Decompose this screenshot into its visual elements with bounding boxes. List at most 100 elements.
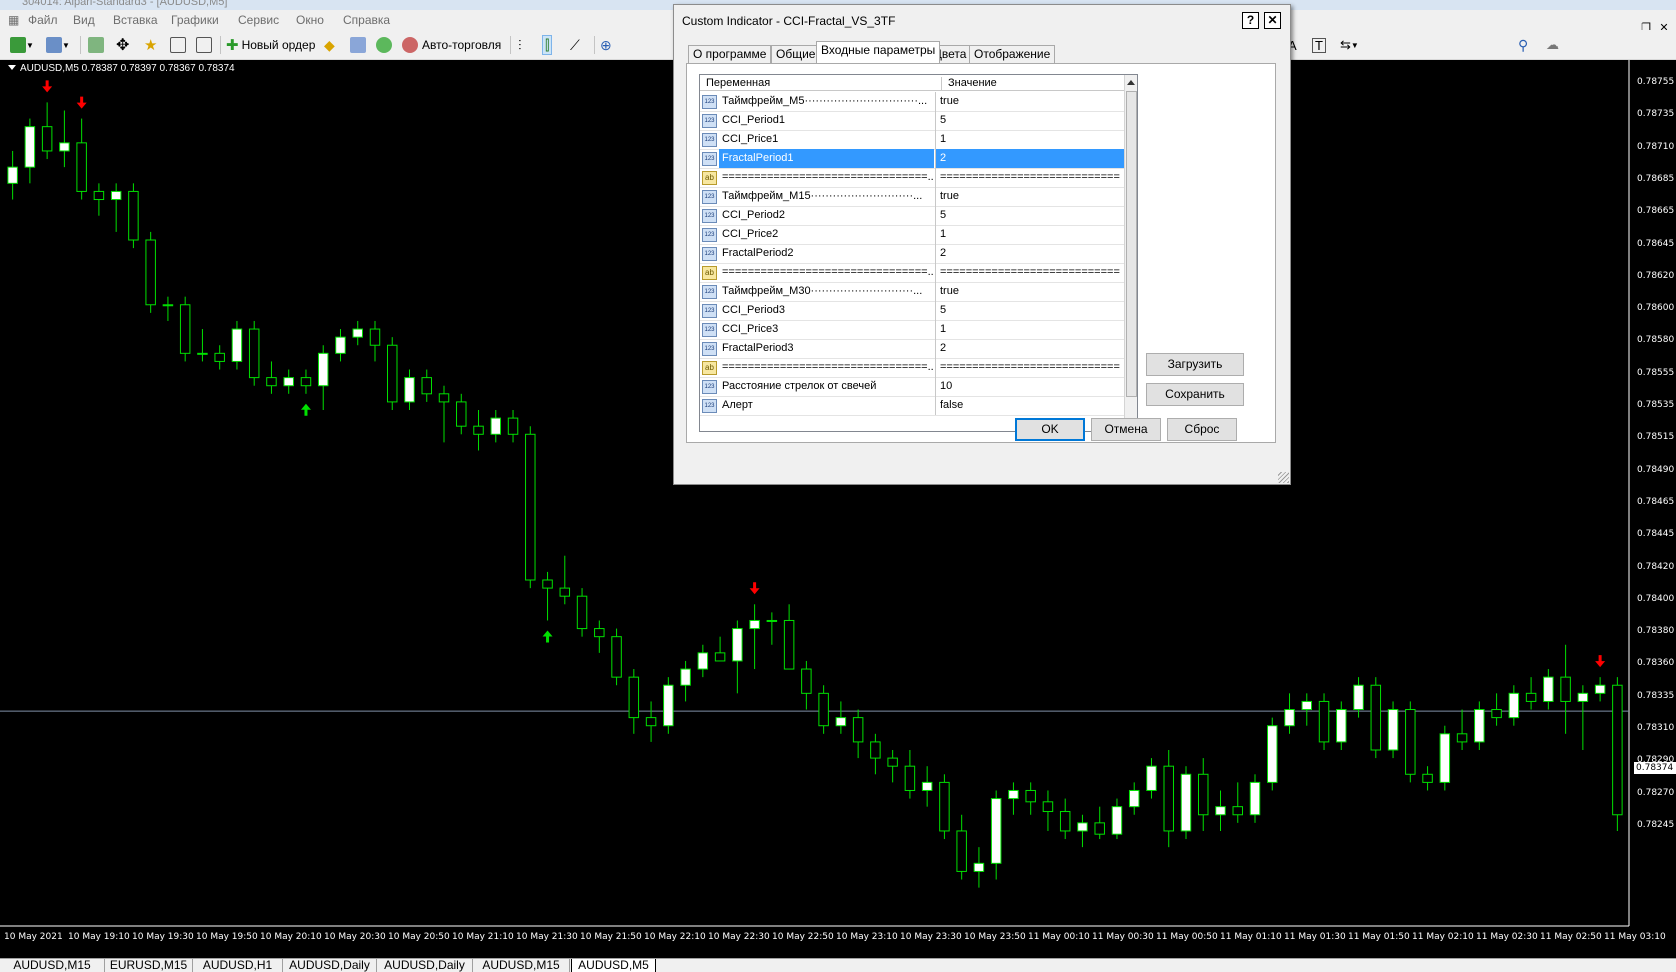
reset-button[interactable]: Сброс [1167,418,1237,441]
param-value[interactable]: 2 [935,149,1125,168]
param-row[interactable]: 123 CCI_Period2 5 [700,206,1137,226]
resize-grip-icon[interactable] [1278,472,1289,483]
param-value[interactable]: 2 [935,244,1125,263]
param-row[interactable]: 123 Алерт false [700,396,1137,416]
param-row[interactable]: ab ================================... ===… [700,358,1137,378]
dialog-close-button[interactable]: ✕ [1264,12,1281,29]
param-row[interactable]: 123 Таймфрейм_M5·························… [700,92,1137,112]
chart-tab[interactable]: AUDUSD,M15 [473,959,570,972]
menu-help[interactable]: Справка [343,13,390,27]
param-row[interactable]: 123 CCI_Price3 1 [700,320,1137,340]
bar-chart-button[interactable]: ⫶ [518,35,522,55]
grid-scrollbar[interactable] [1124,75,1137,431]
param-value[interactable]: true [935,187,1125,206]
chart-tabs-bar: AUDUSD,M15 EURUSD,M15 AUDUSD,H1 AUDUSD,D… [0,958,1676,972]
param-row[interactable]: 123 FractalPeriod3 2 [700,339,1137,359]
price-tick-label: 0.78270 [1637,787,1675,798]
time-tick-label: 10 May 19:10 [68,932,130,942]
candle-body [818,692,829,727]
menu-file[interactable]: Файл [28,13,58,27]
chart-tab[interactable]: AUDUSD,M15 [0,959,105,972]
param-value[interactable]: 1 [935,320,1125,339]
menu-window[interactable]: Окно [296,13,324,27]
signals-button[interactable] [350,35,366,55]
param-row[interactable]: 123 Таймфрейм_M15························… [700,187,1137,207]
crosshair-button[interactable]: ✥ [116,35,129,55]
param-value[interactable]: 1 [935,225,1125,244]
param-row[interactable]: 123 FractalPeriod2 2 [700,244,1137,264]
chart-tab[interactable]: AUDUSD,H1 [193,959,283,972]
tab-inputs[interactable]: Входные параметры [816,41,941,63]
menu-tools[interactable]: Сервис [238,13,279,27]
candle-body [404,377,415,403]
help-button[interactable]: ? [1242,12,1259,29]
line-chart-button[interactable]: ⟋ [570,35,580,55]
param-value[interactable]: 1 [935,130,1125,149]
search-button[interactable]: ⚲ [1518,35,1528,55]
metaeditor-button[interactable]: ◆ [324,35,335,55]
param-row[interactable]: ab ================================... ===… [700,263,1137,283]
param-row[interactable]: 123 Таймфрейм_M30························… [700,282,1137,302]
load-button[interactable]: Загрузить [1146,353,1244,376]
candle-chart-icon: ⫿ [545,36,550,53]
menu-view[interactable]: Вид [73,13,95,27]
save-button[interactable]: Сохранить [1146,383,1244,406]
tester-button[interactable] [196,35,212,55]
chat-button[interactable]: ☁ [1546,35,1559,55]
param-row[interactable]: 123 FractalPeriod1 2 [700,149,1137,169]
label-button[interactable]: T [1312,35,1326,55]
param-value[interactable]: true [935,92,1125,111]
scroll-up-icon[interactable] [1127,80,1135,85]
label-icon: T [1312,37,1326,53]
param-row[interactable]: 123 CCI_Price1 1 [700,130,1137,150]
param-row[interactable]: 123 CCI_Period1 5 [700,111,1137,131]
param-name: Таймфрейм_M15···························… [722,190,923,202]
market-watch-button[interactable] [88,35,104,55]
app-icon[interactable]: ▦ [8,13,19,27]
auto-trading-button[interactable]: Авто-торговля [402,35,501,55]
param-value[interactable]: 5 [935,206,1125,225]
menu-insert[interactable]: Вставка [113,13,158,27]
new-chart-button[interactable]: ▼ [10,35,34,55]
tab-about[interactable]: О программе [688,45,772,63]
number-type-icon: 123 [702,95,717,109]
param-value[interactable]: ============================ [935,358,1125,377]
terminal-button[interactable] [170,35,186,55]
market-button[interactable] [376,35,392,55]
tab-common[interactable]: Общие [771,45,821,63]
candle-chart-button[interactable]: ⫿ [542,35,553,55]
arrows-button[interactable]: ⇆ ▼ [1340,35,1359,55]
zoom-in-button[interactable]: ⊕ [600,35,612,55]
chart-tab[interactable]: AUDUSD,Daily [283,959,377,972]
time-tick-label: 11 May 01:10 [1220,932,1282,942]
chart-tab[interactable]: EURUSD,M15 [105,959,193,972]
param-row[interactable]: 123 CCI_Period3 5 [700,301,1137,321]
scroll-thumb[interactable] [1126,91,1137,397]
price-tick-label: 0.78515 [1637,432,1675,443]
chart-tab-active[interactable]: AUDUSD,M5 [571,959,656,972]
cancel-button[interactable]: Отмена [1091,418,1161,441]
menu-charts[interactable]: Графики [171,13,219,27]
number-type-icon: 123 [702,114,717,128]
chart-tab[interactable]: AUDUSD,Daily [377,959,473,972]
param-row[interactable]: 123 CCI_Price2 1 [700,225,1137,245]
param-value[interactable]: 5 [935,301,1125,320]
param-value[interactable]: true [935,282,1125,301]
dialog-title-bar[interactable]: Custom Indicator - CCI-Fractal_VS_3TF ? … [674,5,1290,35]
param-value[interactable]: 5 [935,111,1125,130]
param-value[interactable]: 2 [935,339,1125,358]
param-row[interactable]: ab ================================... ===… [700,168,1137,188]
ok-button[interactable]: OK [1015,418,1085,441]
candle-body [1594,684,1606,694]
new-order-button[interactable]: ✚ Новый ордер [226,35,315,55]
param-row[interactable]: 123 Расстояние стрелок от свечей 10 [700,377,1137,397]
param-value[interactable]: ============================ [935,263,1125,282]
param-value[interactable]: 10 [935,377,1125,396]
profiles-button[interactable]: ▼ [46,35,70,55]
param-value[interactable]: ============================ [935,168,1125,187]
navigator-button[interactable]: ★ [144,35,157,55]
param-name: ================================... [722,171,934,183]
tab-visualization[interactable]: Отображение [969,45,1056,63]
param-name: CCI_Price3 [722,323,779,335]
param-value[interactable]: false [935,396,1125,415]
